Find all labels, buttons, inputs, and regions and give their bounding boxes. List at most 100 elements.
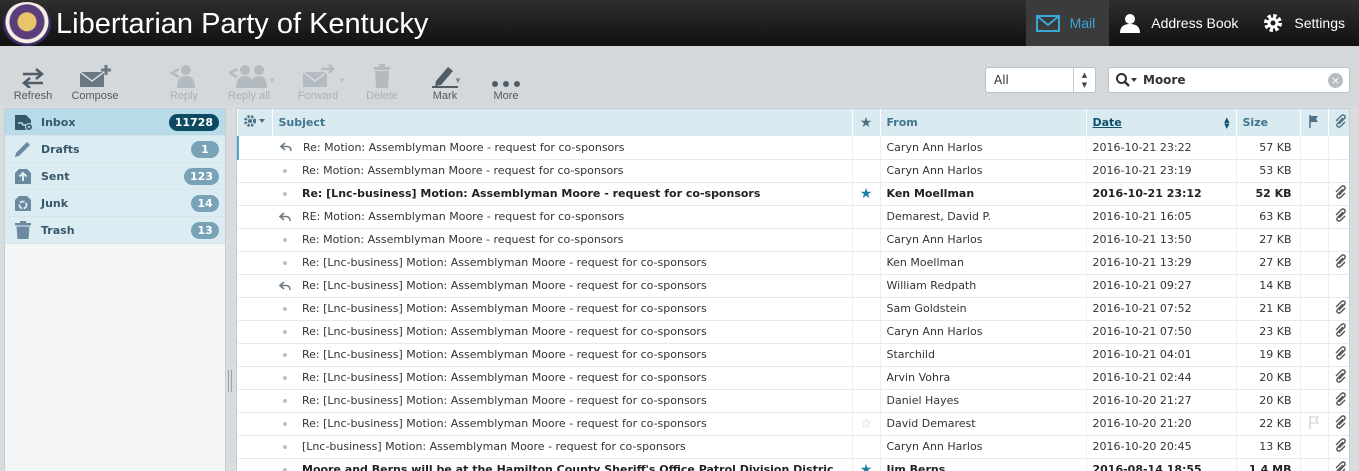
message-star-cell[interactable] — [852, 274, 881, 298]
message-flag-cell[interactable] — [1300, 159, 1329, 183]
compose-button[interactable]: Compose — [68, 62, 122, 102]
message-star-cell[interactable] — [852, 389, 881, 413]
folder-drafts[interactable]: Drafts 1 — [5, 136, 225, 163]
message-row[interactable]: Re: [Lnc-business] Motion: Assemblyman M… — [238, 182, 1349, 206]
message-row[interactable]: Re: [Lnc-business] Motion: Assemblyman M… — [238, 320, 1349, 344]
message-flag-cell[interactable] — [1300, 205, 1329, 229]
forward-button[interactable]: Forward ▼ — [294, 62, 346, 102]
message-flag-cell[interactable] — [1300, 412, 1329, 436]
message-star-cell[interactable]: ★ — [852, 182, 881, 206]
nav-address-book[interactable]: Address Book — [1109, 0, 1252, 46]
read-status-dot-icon[interactable] — [276, 467, 294, 471]
message-star-cell[interactable]: ☆ — [852, 412, 881, 436]
message-subject-cell[interactable]: Re: [Lnc-business] Motion: Assemblyman M… — [238, 274, 853, 298]
column-attachment[interactable] — [1328, 109, 1349, 136]
replied-icon[interactable] — [277, 142, 295, 152]
list-options-button[interactable] — [238, 109, 273, 136]
column-subject[interactable]: Subject — [272, 109, 853, 136]
more-button[interactable]: More — [486, 62, 526, 102]
message-row[interactable]: Moore and Berns will be at the Hamilton … — [238, 458, 1349, 471]
folder-junk[interactable]: Junk 14 — [5, 190, 225, 217]
read-status-dot-icon[interactable] — [276, 191, 294, 196]
message-subject-cell[interactable]: Moore and Berns will be at the Hamilton … — [238, 458, 853, 471]
message-subject-cell[interactable]: Re: Motion: Assemblyman Moore - request … — [238, 228, 853, 252]
message-star-cell[interactable] — [852, 159, 881, 183]
message-star-cell[interactable] — [852, 366, 881, 390]
message-star-cell[interactable] — [852, 136, 881, 160]
message-row[interactable]: Re: Motion: Assemblyman Moore - request … — [238, 159, 1349, 183]
message-row[interactable]: Re: [Lnc-business] Motion: Assemblyman M… — [238, 343, 1349, 367]
message-flag-cell[interactable] — [1300, 435, 1329, 459]
forward-dropdown-caret-icon[interactable]: ▼ — [338, 76, 346, 85]
message-star-cell[interactable]: ★ — [852, 458, 881, 471]
read-status-dot-icon[interactable] — [276, 398, 294, 403]
message-subject-cell[interactable]: Re: [Lnc-business] Motion: Assemblyman M… — [238, 412, 853, 436]
column-size[interactable]: Size — [1236, 109, 1301, 136]
message-row[interactable]: Re: Motion: Assemblyman Moore - request … — [237, 136, 1349, 160]
message-subject-cell[interactable]: Re: [Lnc-business] Motion: Assemblyman M… — [238, 389, 853, 413]
message-row[interactable]: Re: [Lnc-business] Motion: Assemblyman M… — [238, 366, 1349, 390]
message-flag-cell[interactable] — [1300, 458, 1329, 471]
message-row[interactable]: Re: [Lnc-business] Motion: Assemblyman M… — [238, 412, 1349, 436]
message-flag-cell[interactable] — [1300, 343, 1329, 367]
star-outline-icon[interactable]: ☆ — [860, 416, 873, 432]
read-status-dot-icon[interactable] — [276, 444, 294, 449]
column-from[interactable]: From — [880, 109, 1087, 136]
message-subject-cell[interactable]: Re: [Lnc-business] Motion: Assemblyman M… — [238, 343, 853, 367]
replied-icon[interactable] — [276, 280, 294, 291]
column-date[interactable]: Date ▲ ▼ — [1086, 109, 1237, 136]
search-input[interactable] — [1143, 71, 1323, 89]
message-subject-cell[interactable]: RE: Motion: Assemblyman Moore - request … — [238, 205, 853, 229]
folder-trash[interactable]: Trash 13 — [5, 217, 225, 244]
message-subject-cell[interactable]: Re: [Lnc-business] Motion: Assemblyman M… — [238, 366, 853, 390]
message-row[interactable]: Re: [Lnc-business] Motion: Assemblyman M… — [238, 251, 1349, 275]
message-row[interactable]: Re: Motion: Assemblyman Moore - request … — [238, 228, 1349, 252]
pane-resize-handle[interactable] — [228, 370, 232, 392]
message-subject-cell[interactable]: [Lnc-business] Motion: Assemblyman Moore… — [238, 435, 853, 459]
delete-button[interactable]: Delete — [362, 62, 402, 102]
message-flag-cell[interactable] — [1300, 274, 1329, 298]
message-flag-cell[interactable] — [1300, 182, 1329, 206]
message-row[interactable]: Re: [Lnc-business] Motion: Assemblyman M… — [238, 389, 1349, 413]
read-status-dot-icon[interactable] — [276, 352, 294, 357]
nav-settings[interactable]: Settings — [1252, 0, 1359, 46]
message-subject-cell[interactable]: Re: [Lnc-business] Motion: Assemblyman M… — [238, 297, 853, 321]
message-star-cell[interactable] — [852, 228, 881, 252]
nav-mail[interactable]: Mail — [1025, 0, 1110, 46]
mark-dropdown-caret-icon[interactable]: ▼ — [454, 76, 462, 85]
message-row[interactable]: [Lnc-business] Motion: Assemblyman Moore… — [238, 435, 1349, 459]
clear-search-icon[interactable]: × — [1328, 73, 1343, 88]
mark-button[interactable]: Mark ▼ — [424, 62, 466, 102]
message-star-cell[interactable] — [852, 205, 881, 229]
read-status-dot-icon[interactable] — [276, 168, 294, 173]
read-status-dot-icon[interactable] — [276, 421, 294, 426]
message-flag-cell[interactable] — [1300, 366, 1329, 390]
reply-all-dropdown-caret-icon[interactable]: ▼ — [268, 76, 276, 85]
replied-icon[interactable] — [276, 211, 294, 222]
message-flag-cell[interactable] — [1300, 136, 1329, 160]
message-subject-cell[interactable]: Re: [Lnc-business] Motion: Assemblyman M… — [238, 320, 853, 344]
message-star-cell[interactable] — [852, 343, 881, 367]
message-flag-cell[interactable] — [1300, 320, 1329, 344]
message-subject-cell[interactable]: Re: [Lnc-business] Motion: Assemblyman M… — [238, 251, 853, 275]
column-flag[interactable] — [1300, 109, 1329, 136]
message-subject-cell[interactable]: Re: [Lnc-business] Motion: Assemblyman M… — [238, 182, 853, 206]
reply-all-button[interactable]: Reply all ▼ — [220, 62, 278, 102]
folder-sent[interactable]: Sent 123 — [5, 163, 225, 190]
read-status-dot-icon[interactable] — [276, 375, 294, 380]
star-filled-icon[interactable]: ★ — [860, 462, 873, 471]
message-flag-cell[interactable] — [1300, 251, 1329, 275]
message-star-cell[interactable] — [852, 297, 881, 321]
reply-button[interactable]: Reply — [164, 62, 204, 102]
message-flag-cell[interactable] — [1300, 389, 1329, 413]
message-row[interactable]: Re: [Lnc-business] Motion: Assemblyman M… — [238, 297, 1349, 321]
message-row[interactable]: Re: [Lnc-business] Motion: Assemblyman M… — [238, 274, 1349, 298]
message-star-cell[interactable] — [852, 251, 881, 275]
message-flag-cell[interactable] — [1300, 228, 1329, 252]
message-subject-cell[interactable]: Re: Motion: Assemblyman Moore - request … — [237, 136, 853, 160]
message-row[interactable]: RE: Motion: Assemblyman Moore - request … — [238, 205, 1349, 229]
message-star-cell[interactable] — [852, 435, 881, 459]
filter-select[interactable]: All ▲ ▼ — [985, 67, 1096, 93]
message-star-cell[interactable] — [852, 320, 881, 344]
folder-inbox[interactable]: Inbox 11728 — [5, 109, 225, 136]
